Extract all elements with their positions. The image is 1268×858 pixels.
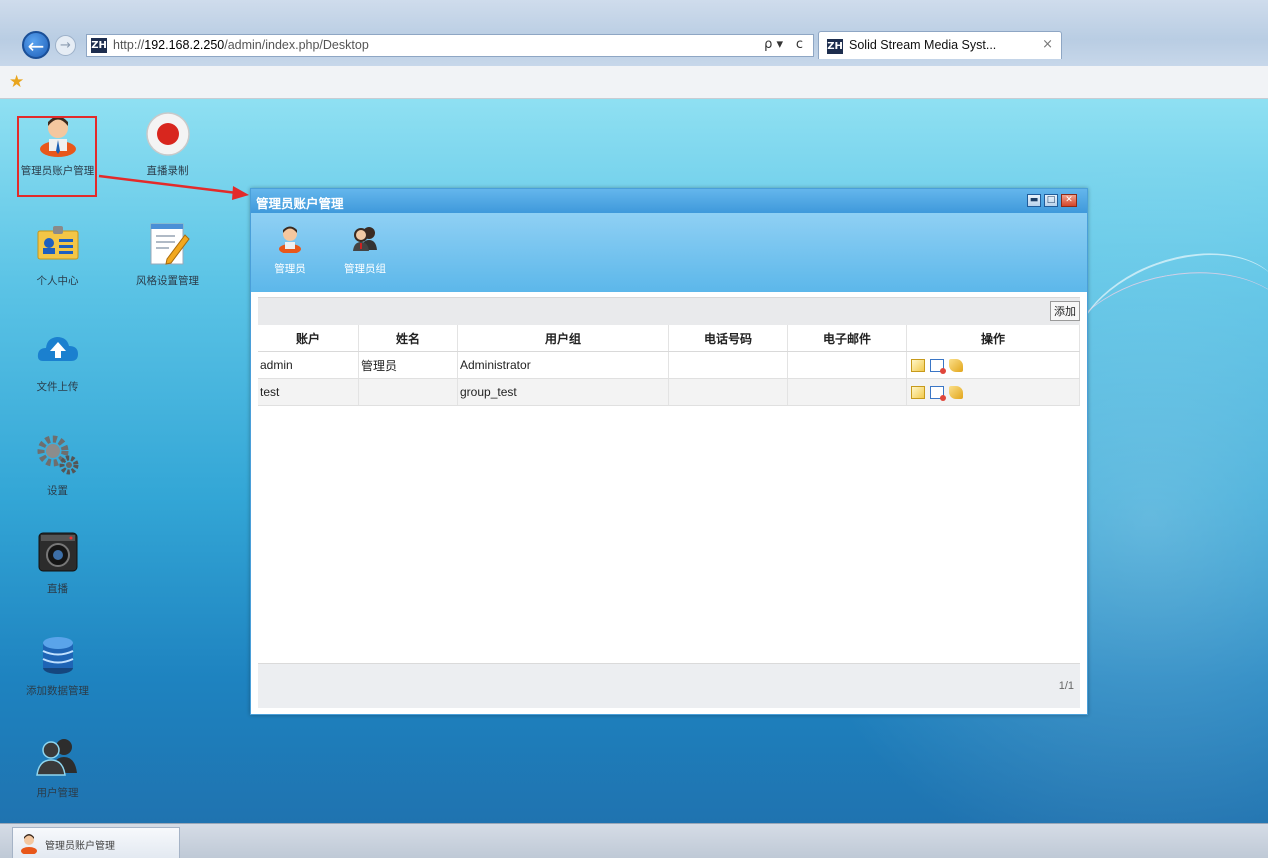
cell-phone: [668, 351, 788, 379]
close-button[interactable]: ✕: [1061, 194, 1077, 207]
cell-group: Administrator: [457, 351, 669, 379]
column-header-account[interactable]: 账户: [258, 325, 359, 352]
delete-icon[interactable]: [930, 386, 946, 402]
users-icon: [35, 739, 77, 776]
id-card-icon: [37, 226, 78, 260]
accounts-table: 账户 姓名 用户组 电话号码 电子邮件 操作 admin 管理员 Adminis…: [258, 325, 1080, 406]
highlight-box: [17, 116, 97, 197]
cell-actions: [906, 351, 1080, 379]
notepad-icon: [150, 223, 190, 265]
desktop-icon-label: 风格设置管理: [136, 275, 199, 287]
table-row[interactable]: admin 管理员 Administrator: [258, 351, 1080, 379]
toolbar-admin-button[interactable]: 管理员: [265, 223, 315, 276]
taskbar-item-label: 管理员账户管理: [45, 841, 115, 852]
desktop-icon-file-upload[interactable]: 文件上传: [10, 327, 105, 394]
tab-title[interactable]: Solid Stream Media Syst...: [849, 38, 996, 52]
desktop-icon-label: 设置: [47, 485, 68, 497]
column-header-group[interactable]: 用户组: [457, 325, 669, 352]
admin-user-icon: [21, 834, 37, 854]
desktop-icon-settings[interactable]: 设置: [10, 431, 105, 498]
taskbar: 管理员账户管理: [0, 823, 1268, 858]
browser-tab[interactable]: ZH Solid Stream Media Syst... ×: [818, 31, 1062, 59]
browser-titlebar: ← → ZH http://192.168.2.250/admin/index.…: [0, 0, 1268, 67]
edit-icon[interactable]: [911, 359, 925, 373]
url-prefix: http://: [113, 38, 145, 52]
search-icon[interactable]: ρ ▾: [764, 37, 783, 52]
desktop-icon-data-management[interactable]: 添加数据管理: [10, 631, 105, 698]
desktop-icon-user-management[interactable]: 用户管理: [10, 733, 105, 800]
cell-phone: [668, 378, 788, 406]
gears-icon: [37, 435, 78, 475]
tab-site-icon: ZH: [827, 39, 843, 54]
desktop-icon-style-settings[interactable]: 风格设置管理: [120, 221, 215, 288]
cell-name: 管理员: [358, 351, 458, 379]
toolbar-admin-label: 管理员: [274, 263, 306, 275]
forward-button[interactable]: →: [55, 35, 76, 56]
cell-actions: [906, 378, 1080, 406]
table-header-row: 账户 姓名 用户组 电话号码 电子邮件 操作: [258, 325, 1080, 352]
minimize-button[interactable]: ▬: [1027, 194, 1041, 207]
desktop-icon-live[interactable]: 直播: [10, 529, 105, 596]
record-icon: [145, 112, 190, 156]
toolbar-admin-group-label: 管理员组: [344, 263, 386, 275]
url-text[interactable]: http://192.168.2.250/admin/index.php/Des…: [113, 38, 369, 52]
admin-icon: [279, 226, 301, 253]
cell-email: [787, 351, 907, 379]
grid-toolbar: 添加: [258, 297, 1080, 325]
annotation-arrow: [98, 174, 249, 200]
refresh-icon[interactable]: ᴄ: [796, 37, 803, 52]
column-header-email[interactable]: 电子邮件: [787, 325, 907, 352]
window-toolbar: 管理员 管理员组: [251, 213, 1087, 292]
cell-email: [787, 378, 907, 406]
favorites-star-icon[interactable]: ★: [9, 72, 24, 92]
cell-account: admin: [258, 351, 359, 379]
window-titlebar[interactable]: 管理员账户管理 ▬ □ ✕: [251, 189, 1087, 213]
cell-name: [358, 378, 458, 406]
desktop-icon-label: 用户管理: [36, 787, 79, 799]
site-icon: ZH: [91, 38, 107, 53]
database-icon: [42, 637, 73, 674]
camera-icon: [38, 532, 77, 572]
delete-icon[interactable]: [930, 359, 946, 375]
admin-accounts-window: 管理员账户管理 ▬ □ ✕ 管理员 管理员组 添加 账户 姓名 用户组 电话号码…: [250, 188, 1088, 715]
maximize-button[interactable]: □: [1044, 194, 1058, 207]
address-bar[interactable]: ZH http://192.168.2.250/admin/index.php/…: [86, 34, 814, 57]
url-host: 192.168.2.250: [144, 38, 225, 52]
window-title: 管理员账户管理: [256, 196, 344, 211]
favorites-bar: ★: [0, 66, 1268, 99]
column-header-name[interactable]: 姓名: [358, 325, 458, 352]
cell-account: test: [258, 378, 359, 406]
desktop-icon-label: 直播: [47, 583, 68, 595]
desktop-icon-personal-center[interactable]: 个人中心: [10, 221, 105, 288]
taskbar-item-admin-accounts[interactable]: 管理员账户管理: [12, 827, 180, 858]
edit-icon[interactable]: [911, 386, 925, 400]
key-icon[interactable]: [949, 359, 963, 373]
key-icon[interactable]: [949, 386, 963, 400]
back-button[interactable]: ←: [22, 31, 50, 59]
url-path: /admin/index.php/Desktop: [224, 38, 369, 52]
table-row[interactable]: test group_test: [258, 378, 1080, 406]
pager-text: 1/1: [1058, 680, 1074, 692]
cloud-upload-icon: [37, 337, 78, 361]
cell-group: group_test: [457, 378, 669, 406]
admin-group-icon: [353, 227, 377, 251]
column-header-phone[interactable]: 电话号码: [668, 325, 788, 352]
desktop-icon-label: 添加数据管理: [26, 685, 89, 697]
column-header-actions[interactable]: 操作: [906, 325, 1080, 352]
grid-footer: 1/1: [258, 663, 1080, 708]
add-button[interactable]: 添加: [1050, 301, 1080, 321]
desktop-icon-label: 文件上传: [36, 381, 79, 393]
tab-close-icon[interactable]: ×: [1042, 37, 1053, 52]
desktop-icon-label: 个人中心: [36, 275, 79, 287]
toolbar-admin-group-button[interactable]: 管理员组: [335, 223, 395, 276]
